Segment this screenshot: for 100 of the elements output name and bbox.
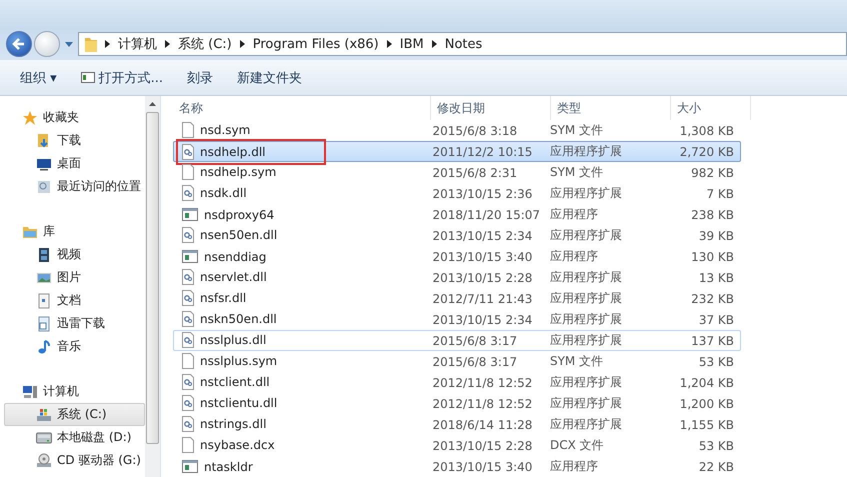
program-icon (182, 250, 198, 263)
nav-item[interactable]: 音乐 (4, 335, 145, 358)
type-cell-text: 应用程序扩展 (548, 290, 623, 307)
nav-group-header[interactable]: 库 (0, 220, 145, 243)
window-icon (80, 72, 95, 83)
type-cell-text: 应用程序扩展 (548, 332, 623, 349)
date-cell-text: 2013/10/15 2:28 (431, 270, 534, 284)
file-name[interactable]: nsslplus.sym (200, 354, 278, 368)
type-cell-text: 应用程序扩展 (548, 269, 623, 286)
blank-file-icon (182, 353, 194, 370)
file-name[interactable]: nsd.sym (200, 123, 250, 138)
blank-file-icon (182, 122, 194, 138)
type-cell-text: 应用程序扩展 (548, 395, 623, 412)
back-arrow-icon (12, 37, 26, 51)
gear-file-icon (182, 332, 194, 348)
size-cell-text: 1,155 KB (678, 418, 735, 432)
file-name[interactable]: nskn50en.dll (200, 312, 277, 326)
type-cell-text: SYM 文件 (548, 122, 604, 139)
nav-item[interactable]: 桌面 (4, 152, 145, 175)
program-icon (182, 208, 198, 221)
hard-drive-icon (36, 430, 52, 446)
type-cell-text: 应用程序 (548, 248, 599, 265)
nav-item[interactable]: 视频 (4, 243, 145, 266)
nav-group-header[interactable]: 计算机 (0, 380, 145, 403)
file-name[interactable]: nsdproxy64 (204, 208, 274, 222)
column-header[interactable]: 名称 (173, 96, 431, 120)
address-bar[interactable]: 计算机 系统 (C:) Program Files (x86) IBM Notes (78, 32, 847, 56)
gear-file-icon (182, 374, 194, 390)
gear-file-icon (182, 227, 194, 244)
chevron-icon[interactable] (105, 40, 110, 48)
chevron-icon[interactable] (165, 40, 170, 48)
organize-button[interactable]: 组织 ▾ (12, 66, 65, 90)
gear-file-icon (182, 416, 194, 432)
file-name[interactable]: nstrings.dll (200, 417, 266, 432)
nav-item[interactable]: 最近访问的位置 (4, 175, 145, 198)
type-cell-text: DCX 文件 (548, 437, 605, 454)
file-name[interactable]: nsen50en.dll (200, 228, 278, 242)
date-cell-text: 2013/10/15 2:34 (431, 312, 534, 326)
type-cell-text: 应用程序扩展 (548, 143, 623, 160)
column-header[interactable]: 大小 (671, 96, 751, 120)
scrollbar[interactable] (145, 96, 160, 477)
nav-item[interactable]: 文档 (4, 289, 145, 312)
date-cell-text: 2012/7/11 21:43 (431, 292, 534, 306)
column-header[interactable]: 类型 (551, 96, 671, 120)
size-cell-text: 37 KB (698, 312, 735, 326)
history-dropdown-icon[interactable] (65, 42, 73, 46)
gear-file-icon (182, 144, 194, 160)
nav-item[interactable]: 图片 (4, 266, 145, 289)
breadcrumb[interactable]: Notes (444, 36, 482, 52)
breadcrumb[interactable]: Program Files (x86) (252, 36, 379, 52)
file-name[interactable]: nsfsr.dll (200, 291, 246, 306)
date-cell-text: 2015/6/8 3:17 (431, 334, 518, 348)
burn-button[interactable]: 刻录 (179, 66, 222, 90)
type-cell-text: 应用程序 (548, 206, 599, 223)
recent-places-icon (36, 178, 52, 194)
open-with-button[interactable]: 打开方式... (72, 66, 172, 90)
new-folder-button[interactable]: 新建文件夹 (229, 66, 310, 90)
chevron-icon[interactable] (240, 40, 245, 48)
chevron-icon[interactable] (386, 40, 392, 48)
date-cell-text: 2015/6/8 3:18 (431, 124, 518, 138)
file-name[interactable]: nservlet.dll (200, 270, 267, 284)
nav-item[interactable]: CD 驱动器 (G:) (4, 449, 145, 472)
file-name[interactable]: nstclient.dll (200, 375, 270, 390)
date-cell-text: 2018/6/14 11:28 (431, 418, 534, 432)
nav-group-header[interactable]: 收藏夹 (0, 106, 145, 129)
scroll-up-icon[interactable] (149, 102, 156, 106)
date-cell-text: 2013/10/15 3:40 (431, 250, 534, 264)
size-cell-text: 7 KB (705, 186, 735, 200)
nav-item[interactable]: 本地磁盘 (D:) (4, 426, 145, 449)
breadcrumb[interactable]: 计算机 (118, 35, 157, 53)
column-header[interactable]: 修改日期 (431, 96, 551, 120)
breadcrumb[interactable]: IBM (400, 36, 424, 52)
nav-item[interactable]: 系统 (C:) (4, 403, 145, 426)
file-name[interactable]: nsslplus.dll (200, 333, 266, 348)
back-button[interactable] (6, 31, 32, 57)
file-name[interactable]: nsdk.dll (200, 186, 247, 200)
nav-item[interactable]: 下载 (4, 129, 145, 152)
file-name[interactable]: nsenddiag (204, 250, 266, 264)
size-cell-text: 13 KB (698, 270, 735, 284)
nav-item[interactable]: 迅雷下载 (4, 312, 145, 335)
blank-file-icon (182, 437, 194, 454)
size-cell-text: 1,204 KB (678, 376, 735, 390)
size-cell-text: 39 KB (698, 228, 735, 242)
chevron-icon[interactable] (432, 40, 437, 48)
file-name[interactable]: ntaskldr (204, 460, 253, 474)
size-cell-text: 232 KB (690, 292, 735, 306)
type-cell-text: 应用程序扩展 (548, 374, 623, 391)
breadcrumb[interactable]: 系统 (C:) (178, 35, 232, 53)
type-cell-text: SYM 文件 (548, 353, 604, 370)
size-cell-text: 53 KB (698, 354, 735, 368)
date-cell-text: 2013/10/15 3:40 (431, 460, 534, 474)
gear-file-icon (182, 395, 194, 412)
size-cell-text: 130 KB (690, 250, 735, 264)
date-cell-text: 2013/10/15 2:36 (431, 186, 534, 200)
file-name[interactable]: nstclientu.dll (200, 396, 278, 410)
date-cell-text: 2012/11/8 12:52 (431, 376, 534, 390)
gear-file-icon (182, 269, 194, 286)
gear-file-icon (182, 185, 194, 202)
file-name[interactable]: nsdhelp.sym (200, 165, 276, 180)
file-name[interactable]: nsybase.dcx (200, 438, 275, 452)
